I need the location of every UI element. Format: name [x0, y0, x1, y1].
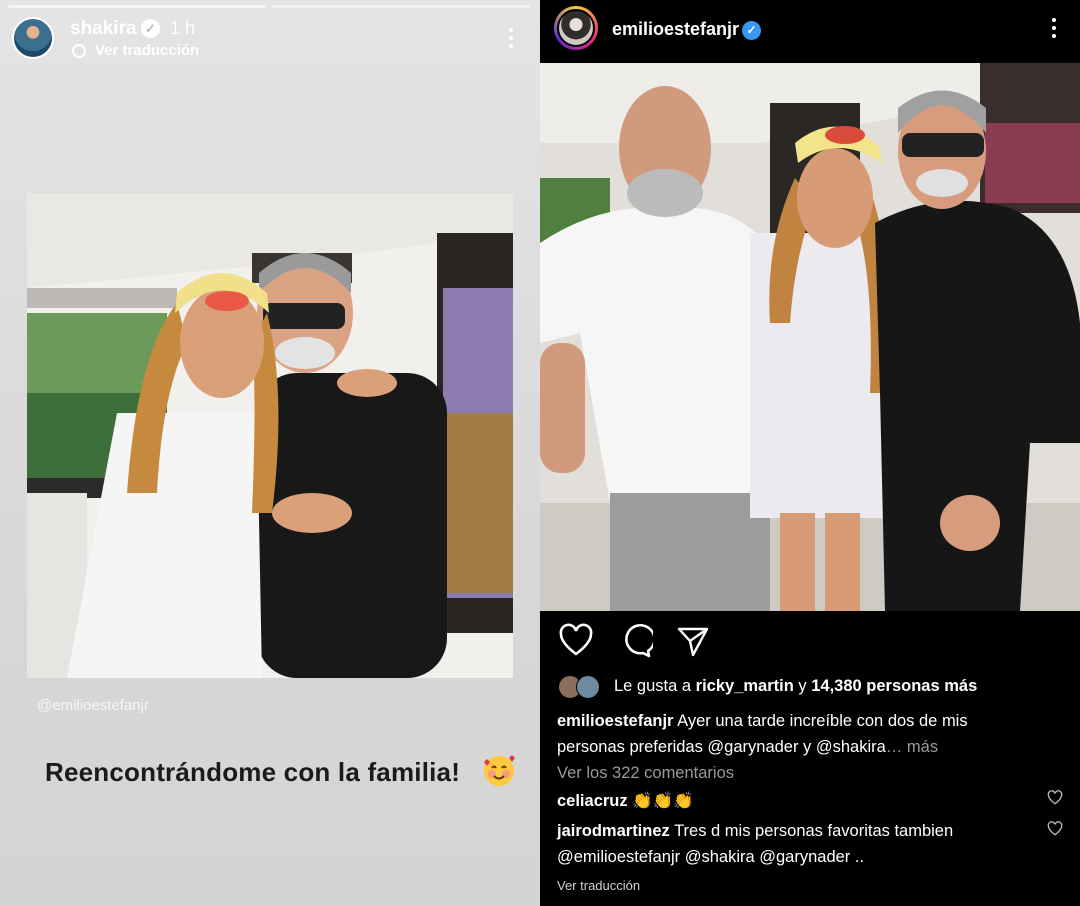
story-translate-link[interactable]: Ver traducción — [95, 42, 199, 59]
translate-icon — [72, 44, 86, 58]
verified-badge-icon: ✓ — [742, 21, 761, 40]
caption-more-link[interactable]: … más — [886, 738, 938, 756]
view-all-comments-link[interactable]: Ver los 322 comentarios — [557, 764, 734, 783]
story-mention-sticker[interactable]: @emilioestefanjr — [37, 697, 149, 714]
comment-like-heart-icon[interactable] — [1047, 821, 1063, 837]
story-photo-illustration — [27, 193, 513, 678]
likes-count[interactable]: 14,380 personas más — [811, 677, 977, 695]
caption-username[interactable]: emilioestefanjr — [557, 712, 673, 730]
liked-by-user[interactable]: ricky_martin — [696, 677, 794, 695]
comment-username[interactable]: jairodmartinez — [557, 822, 670, 840]
comment-item: jairodmartinez Tres d mis personas favor… — [557, 822, 954, 866]
comment-like-heart-icon[interactable] — [1047, 790, 1063, 806]
verified-badge-icon: ✓ — [141, 19, 160, 38]
see-translation-link[interactable]: Ver traducción — [557, 878, 640, 893]
post-photo[interactable] — [540, 63, 1080, 611]
story-panel: shakira ✓ 1 h Ver traducción @emilioeste… — [0, 0, 540, 906]
post-caption: emilioestefanjr Ayer una tarde increíble… — [557, 712, 968, 756]
story-username[interactable]: shakira — [70, 18, 137, 40]
more-options-icon[interactable] — [1046, 16, 1062, 40]
story-avatar[interactable] — [12, 17, 54, 59]
post-panel: emilioestefanjr ✓ Le gusta a ricky_marti… — [540, 0, 1080, 906]
post-photo-illustration — [540, 63, 1080, 611]
share-send-icon[interactable] — [675, 623, 711, 659]
story-timestamp: 1 h — [170, 18, 196, 38]
comment-item: celiacruz 👏👏👏 — [557, 792, 694, 810]
liked-by-avatars[interactable] — [558, 675, 604, 699]
like-heart-icon[interactable] — [558, 623, 594, 659]
story-caption: Reencontrándome con la familia! — [45, 757, 461, 787]
comment-icon[interactable] — [617, 623, 656, 659]
liked-by-text[interactable]: Le gusta a ricky_martin y 14,380 persona… — [614, 677, 977, 696]
story-progress-bar-1 — [8, 5, 266, 8]
comment-username[interactable]: celiacruz — [557, 792, 628, 810]
smiling-face-with-hearts-icon — [482, 754, 516, 788]
post-username[interactable]: emilioestefanjr — [612, 19, 739, 40]
story-progress-bar-2 — [272, 5, 530, 8]
post-avatar[interactable] — [554, 6, 598, 50]
story-shared-photo — [27, 193, 513, 678]
more-options-icon[interactable] — [503, 26, 519, 50]
